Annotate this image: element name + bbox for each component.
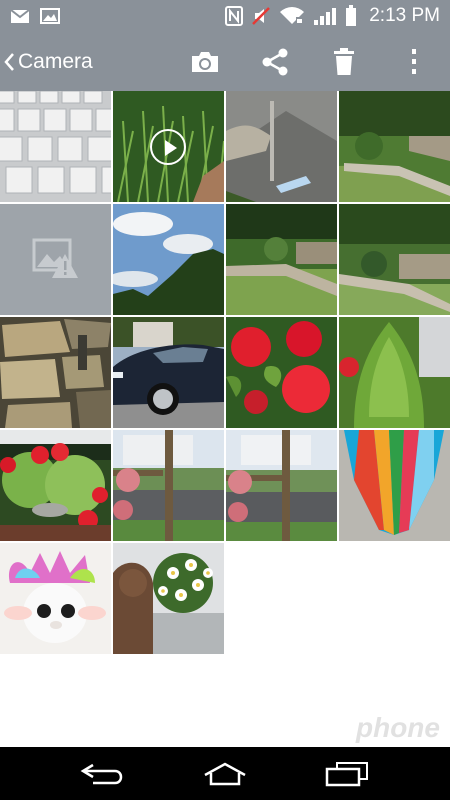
play-icon bbox=[150, 129, 186, 165]
back-to-camera-button[interactable]: Camera bbox=[2, 33, 93, 91]
nav-back-button[interactable] bbox=[68, 747, 138, 800]
photo-thumbnail-white-flowers[interactable] bbox=[113, 543, 224, 654]
clock: 2:13 PM bbox=[369, 5, 440, 26]
muted-icon bbox=[252, 7, 271, 25]
photo-thumbnail-street-lantern[interactable] bbox=[113, 430, 224, 541]
photo-thumbnail-sky-trees[interactable] bbox=[113, 204, 224, 315]
photo-thumbnail-windsock[interactable] bbox=[339, 430, 450, 541]
photo-thumbnail-troll-doll[interactable] bbox=[0, 543, 111, 654]
share-icon bbox=[262, 48, 288, 76]
album-title: Camera bbox=[18, 50, 93, 73]
photo-thumbnail-car[interactable] bbox=[113, 317, 224, 428]
status-bar: 2:13 PM bbox=[0, 0, 450, 33]
trash-icon bbox=[334, 48, 354, 75]
nav-home-button[interactable] bbox=[190, 747, 260, 800]
back-arrow-icon bbox=[80, 763, 123, 784]
photo-thumbnail-street-lantern[interactable] bbox=[226, 430, 337, 541]
photo-thumbnail-garden-wall[interactable] bbox=[339, 91, 450, 202]
nav-recents-button[interactable] bbox=[312, 747, 382, 800]
signal-icon bbox=[314, 8, 337, 25]
broken-image-thumbnail[interactable] bbox=[0, 204, 111, 315]
chevron-left-icon bbox=[4, 53, 14, 71]
battery-icon bbox=[346, 5, 357, 26]
nfc-icon bbox=[225, 6, 244, 26]
delete-button[interactable] bbox=[322, 33, 366, 91]
photo-thumbnail-stone-wall[interactable] bbox=[0, 317, 111, 428]
more-vert-icon bbox=[412, 49, 416, 74]
video-thumbnail-grass[interactable] bbox=[113, 91, 224, 202]
photo-thumbnail-garden-wall[interactable] bbox=[339, 204, 450, 315]
photo-thumbnail-stone-ornament[interactable] bbox=[226, 91, 337, 202]
camera-button[interactable] bbox=[183, 33, 227, 91]
action-bar: Camera bbox=[0, 33, 450, 91]
recents-icon bbox=[325, 761, 368, 786]
overflow-menu-button[interactable] bbox=[392, 33, 436, 91]
photo-thumbnail-red-flowers[interactable] bbox=[226, 317, 337, 428]
wifi-icon bbox=[280, 7, 305, 24]
photo-thumbnail-flower-planter[interactable] bbox=[0, 430, 111, 541]
photo-thumbnail-shrub[interactable] bbox=[339, 317, 450, 428]
photo-thumbnail-keyboard[interactable] bbox=[0, 91, 111, 202]
gmail-icon bbox=[10, 9, 30, 23]
photo-thumbnail-garden-wall[interactable] bbox=[226, 204, 337, 315]
gallery-notification-icon bbox=[40, 8, 60, 24]
home-icon bbox=[204, 762, 246, 785]
system-nav-bar bbox=[0, 747, 450, 800]
camera-icon bbox=[192, 52, 218, 72]
share-button[interactable] bbox=[253, 33, 297, 91]
